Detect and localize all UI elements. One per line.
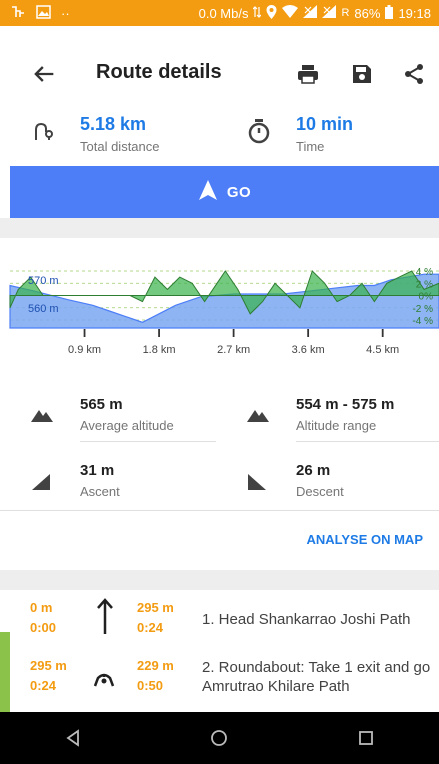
- network-speed: 0.0 Mb/s: [198, 5, 249, 21]
- wifi-icon: [282, 5, 299, 21]
- slope-axis-label: 4 %: [416, 267, 433, 278]
- recents-square-icon[interactable]: [354, 726, 378, 750]
- section-divider: [0, 218, 439, 238]
- altitude-axis-label: 570 m: [28, 275, 59, 287]
- average-altitude-value: 565 m: [80, 396, 123, 413]
- step-time: 0:24: [137, 620, 164, 635]
- roundabout-icon: [93, 672, 115, 693]
- system-navigation-bar: [0, 712, 439, 764]
- altitude-range-label: Altitude range: [296, 418, 377, 433]
- clock: 19:18: [398, 5, 431, 21]
- app-notification-icon: [10, 5, 26, 22]
- battery-icon: [385, 4, 394, 22]
- average-altitude-label: Average altitude: [80, 418, 174, 433]
- altitude-range-icon: [246, 404, 270, 424]
- x-tick-label: 1.8 km: [143, 344, 176, 356]
- analyse-on-map-button[interactable]: ANALYSE ON MAP: [306, 532, 423, 547]
- slope-axis-label: -2 %: [412, 304, 433, 315]
- ascent-label: Ascent: [80, 484, 120, 499]
- time-value: 10 min: [296, 114, 354, 134]
- metrics-divider: [80, 441, 216, 442]
- total-distance-value: 5.18 km: [80, 114, 147, 134]
- more-notifications-icon: ··: [61, 5, 70, 21]
- altitude-axis-label: 560 m: [28, 303, 59, 315]
- status-bar: ·· 0.0 Mb/s R 86% 19:18: [0, 0, 439, 26]
- descent-icon: [246, 472, 270, 492]
- slope-axis-label: 2 %: [416, 279, 433, 290]
- metrics-bottom-divider: [0, 510, 439, 511]
- ascent-value: 31 m: [80, 462, 115, 479]
- image-notification-icon: [36, 4, 51, 22]
- route-step[interactable]: 295 m 0:24 229 m 0:50 2. Roundabout: Tak…: [0, 646, 439, 702]
- x-tick-label: 0.9 km: [68, 344, 101, 356]
- distance-route-icon: [30, 118, 56, 144]
- mountain-icon: [30, 404, 54, 424]
- route-summary: 5.18 km Total distance 10 min Time: [0, 108, 439, 168]
- back-arrow-icon[interactable]: [30, 60, 58, 88]
- x-tick-label: 2.7 km: [217, 344, 250, 356]
- elevation-chart[interactable]: 570 m 560 m 4 %2 % 0%-2 %-4 % 0.9 km 1.8 km 2.…: [0, 238, 439, 378]
- go-button-label: GO: [226, 183, 252, 201]
- descent-value: 26 m: [296, 462, 331, 479]
- step-time: 0:50: [137, 678, 164, 693]
- step-distance: 295 m: [137, 600, 174, 615]
- x-tick-label: 4.5 km: [366, 344, 399, 356]
- navigation-arrow-icon: [198, 179, 217, 205]
- descent-label: Descent: [296, 484, 344, 499]
- ascent-icon: [30, 472, 54, 492]
- straight-arrow-icon: [96, 598, 114, 639]
- route-step[interactable]: 0 m 0:00 295 m 0:24 1. Head Shankarrao J…: [0, 590, 439, 646]
- stopwatch-icon: [246, 118, 272, 144]
- step-distance: 229 m: [137, 658, 174, 673]
- battery-percent: 86%: [354, 5, 381, 21]
- x-tick-label: 3.6 km: [292, 344, 325, 356]
- step-instruction: 1. Head Shankarrao Joshi Path: [202, 611, 411, 628]
- step-start-distance: 295 m: [30, 658, 67, 673]
- slope-axis-label: 0%: [419, 292, 434, 303]
- step-start-distance: 0 m: [30, 600, 53, 615]
- side-accent-bar: [0, 632, 10, 712]
- roaming-indicator: R: [341, 7, 350, 19]
- data-transfer-icon: [253, 5, 262, 21]
- total-distance-label: Total distance: [80, 139, 160, 154]
- print-icon[interactable]: [296, 62, 320, 86]
- location-icon: [266, 4, 277, 22]
- altitude-range-value: 554 m - 575 m: [296, 396, 395, 413]
- step-start-time: 0:24: [30, 678, 57, 693]
- home-circle-icon[interactable]: [207, 726, 231, 750]
- page-title: Route details: [96, 61, 222, 83]
- signal-roaming-icon: [322, 5, 337, 21]
- time-label: Time: [296, 139, 325, 154]
- go-button[interactable]: GO: [10, 166, 439, 218]
- signal-icon: [303, 5, 318, 21]
- save-icon[interactable]: [350, 62, 374, 86]
- section-divider: [0, 570, 439, 590]
- metrics-divider: [296, 441, 439, 442]
- step-start-time: 0:00: [30, 620, 57, 635]
- step-instruction: 2. Roundabout: Take 1 exit and go Amrutr…: [202, 659, 431, 695]
- share-icon[interactable]: [402, 62, 426, 86]
- back-triangle-icon[interactable]: [61, 726, 85, 750]
- slope-axis-label: -4 %: [412, 316, 433, 327]
